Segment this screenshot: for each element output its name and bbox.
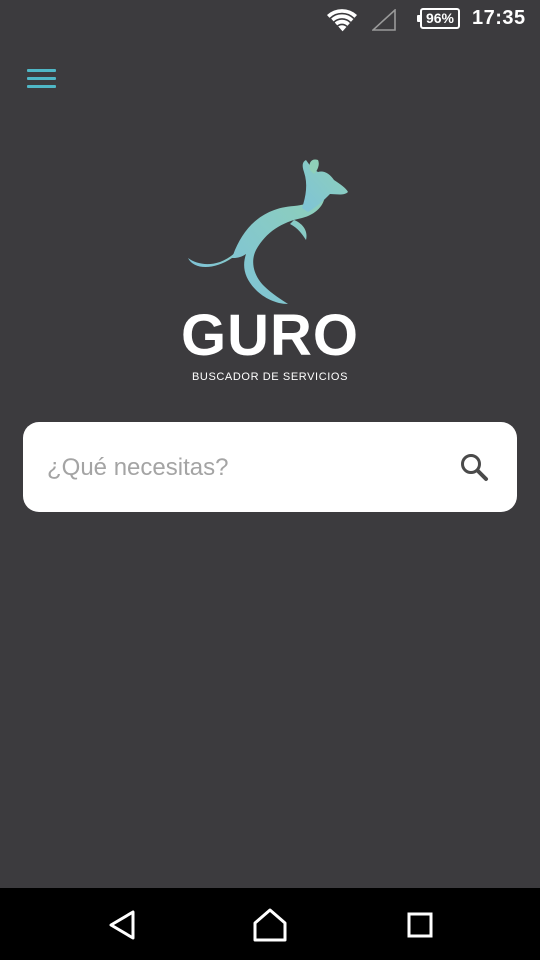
search-icon[interactable]	[459, 452, 489, 482]
wifi-icon	[327, 9, 357, 33]
status-time: 17:35	[472, 7, 526, 29]
search-box[interactable]	[23, 422, 517, 512]
status-bar: 96% 17:35	[0, 0, 540, 40]
menu-line	[27, 77, 56, 80]
battery-icon: 96%	[417, 8, 460, 29]
system-nav-bar	[0, 888, 540, 960]
search-input[interactable]	[45, 444, 429, 492]
brand-name: GURO	[181, 303, 359, 368]
hamburger-menu-icon[interactable]	[22, 62, 62, 98]
brand-tagline: BUSCADOR DE SERVICIOS	[191, 371, 349, 383]
back-icon[interactable]	[103, 906, 143, 944]
menu-line	[27, 85, 56, 88]
recents-icon[interactable]	[400, 906, 440, 944]
brand-logo: GURO BUSCADOR DE SERVICIOS	[150, 150, 390, 400]
home-icon[interactable]	[250, 906, 290, 944]
kangaroo-logo-icon	[188, 159, 348, 304]
menu-line	[27, 69, 56, 72]
cell-signal-icon	[372, 9, 396, 31]
